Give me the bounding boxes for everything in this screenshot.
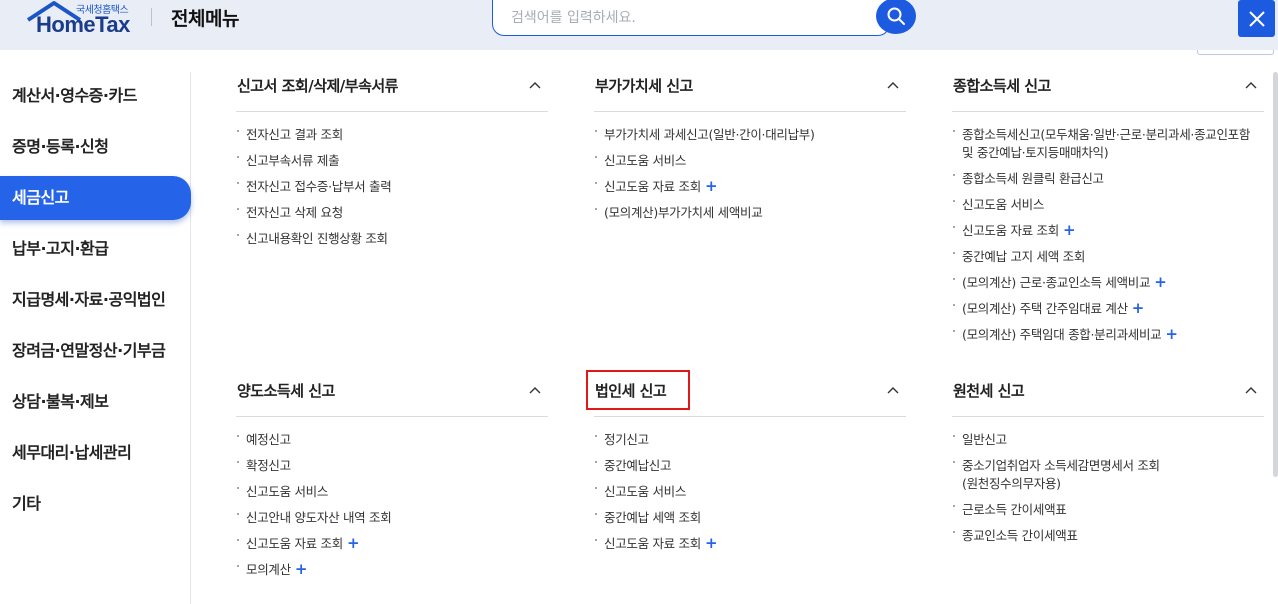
menu-link[interactable]: (모의계산)부가가치세 세액비교 [594,204,906,222]
close-icon [1248,10,1265,27]
sidebar-item-certificates[interactable]: 증명·등록·신청 [0,125,191,169]
sidebar-item-consultation[interactable]: 상담·불복·제보 [0,380,191,424]
section-title: 종합소득세 신고 [953,77,1051,95]
chevron-up-icon[interactable] [886,385,900,395]
expand-plus-icon[interactable]: + [347,534,360,552]
sidebar-item-tax-filing[interactable]: 세금신고 [0,176,191,220]
search-icon [887,7,905,25]
chevron-up-icon[interactable] [886,80,900,90]
section-title: 부가가치세 신고 [595,77,693,95]
menu-link[interactable]: 전자신고 삭제 요청 [236,204,548,222]
menu-link[interactable]: (모의계산) 주택 간주임대료 계산 + [952,300,1264,318]
section-title: 원천세 신고 [953,382,1025,400]
menu-link[interactable]: 신고도움 서비스 [594,152,906,170]
expand-plus-icon[interactable]: + [295,560,308,578]
menu-link[interactable]: 신고도움 서비스 [952,196,1264,214]
section-header[interactable]: 원천세 신고 [952,379,1264,417]
chevron-up-icon[interactable] [528,80,542,90]
section-filing-inquiry: 신고서 조회/삭제/부속서류 전자신고 결과 조회 신고부속서류 제출 전자신고… [236,74,548,256]
menu-link[interactable]: (모의계산) 주택임대 종합·분리과세비교 + [952,326,1264,344]
expand-plus-icon[interactable]: + [1063,221,1076,239]
chevron-up-icon[interactable] [1244,80,1258,90]
sidebar-nav: 계산서·영수증·카드 증명·등록·신청 세금신고 납부·고지·환급 지급명세·자… [0,72,191,604]
menu-link[interactable]: 근로소득 간이세액표 [952,501,1264,519]
menu-link[interactable]: 일반신고 [952,431,1264,449]
expand-plus-icon[interactable]: + [1165,325,1178,343]
menu-link[interactable]: 확정신고 [236,457,548,475]
menu-link[interactable]: 정기신고 [594,431,906,449]
section-capital-gains: 양도소득세 신고 예정신고 확정신고 신고도움 서비스 신고안내 양도자산 내역… [236,379,548,587]
menu-link[interactable]: 종합소득세신고(모두채움·일반·근로·분리과세·종교인포함 및 중간예납·토지등매… [952,126,1264,162]
sidebar-item-payment-statements[interactable]: 지급명세·자료·공익법인 [0,278,191,322]
menu-link[interactable]: 전자신고 접수증·납부서 출력 [236,178,548,196]
menu-link[interactable]: 중소기업취업자 소득세감면명세서 조회 (원천징수의무자용) [952,457,1264,493]
menu-link[interactable]: 신고도움 서비스 [594,483,906,501]
search-box [492,0,890,36]
expand-plus-icon[interactable]: + [705,534,718,552]
section-withholding-tax: 원천세 신고 일반신고 중소기업취업자 소득세감면명세서 조회 (원천징수의무자용… [952,379,1264,553]
menu-link[interactable]: 신고도움 자료 조회 + [236,535,548,553]
menu-link[interactable]: 중간예납 세액 조회 [594,509,906,527]
section-vat: 부가가치세 신고 부가가치세 과세신고(일반·간이·대리납부) 신고도움 서비스… [594,74,906,230]
menu-link[interactable]: (모의계산) 근로·종교인소득 세액비교 + [952,274,1264,292]
logo-text: HomeTax [36,12,130,37]
menu-link[interactable]: 중간예납 고지 세액 조회 [952,248,1264,266]
search-button[interactable] [876,0,916,34]
menu-link[interactable]: 신고도움 서비스 [236,483,548,501]
chevron-up-icon[interactable] [528,385,542,395]
sidebar-item-tax-agent[interactable]: 세무대리·납세관리 [0,431,191,475]
expand-plus-icon[interactable]: + [705,177,718,195]
menu-link[interactable]: 신고도움 자료 조회 + [594,535,906,553]
section-header[interactable]: 종합소득세 신고 [952,74,1264,112]
scrollbar[interactable] [1273,72,1278,477]
section-header[interactable]: 신고서 조회/삭제/부속서류 [236,74,548,112]
close-menu-button[interactable] [1238,0,1275,37]
header-divider [151,8,152,26]
menu-link[interactable]: 신고내용확인 진행상황 조회 [236,230,548,248]
sidebar-item-incentives[interactable]: 장려금·연말정산·기부금 [0,329,191,373]
menu-link[interactable]: 예정신고 [236,431,548,449]
section-income-tax: 종합소득세 신고 종합소득세신고(모두채움·일반·근로·분리과세·종교인포함 및 … [952,74,1264,352]
sidebar-item-receipts[interactable]: 계산서·영수증·카드 [0,74,191,118]
search-input[interactable] [511,7,871,29]
section-title: 신고서 조회/삭제/부속서류 [237,77,398,95]
menu-link[interactable]: 신고부속서류 제출 [236,152,548,170]
menu-link[interactable]: 전자신고 결과 조회 [236,126,548,144]
menu-link[interactable]: 신고도움 자료 조회 + [952,222,1264,240]
menu-link[interactable]: 부가가치세 과세신고(일반·간이·대리납부) [594,126,906,144]
highlight-box [586,370,690,410]
section-title: 양도소득세 신고 [237,382,335,400]
chevron-up-icon[interactable] [1244,385,1258,395]
hometax-logo[interactable]: 국세청홈택스 HomeTax [26,0,136,38]
menu-link[interactable]: 중간예납신고 [594,457,906,475]
expand-plus-icon[interactable]: + [1132,299,1145,317]
sidebar-item-others[interactable]: 기타 [0,482,191,526]
top-header: 국세청홈택스 HomeTax 전체메뉴 [0,0,1278,50]
menu-link[interactable]: 신고도움 자료 조회 + [594,178,906,196]
section-header[interactable]: 부가가치세 신고 [594,74,906,112]
menu-link[interactable]: 모의계산 + [236,561,548,579]
page-title: 전체메뉴 [171,8,239,30]
expand-plus-icon[interactable]: + [1154,273,1167,291]
menu-link[interactable]: 신고안내 양도자산 내역 조회 [236,509,548,527]
menu-link[interactable]: 종합소득세 원클릭 환급신고 [952,170,1264,188]
section-header[interactable]: 양도소득세 신고 [236,379,548,417]
header-tab-edge [1197,50,1274,55]
menu-link[interactable]: 종교인소득 간이세액표 [952,527,1264,545]
sidebar-item-payment[interactable]: 납부·고지·환급 [0,227,191,271]
